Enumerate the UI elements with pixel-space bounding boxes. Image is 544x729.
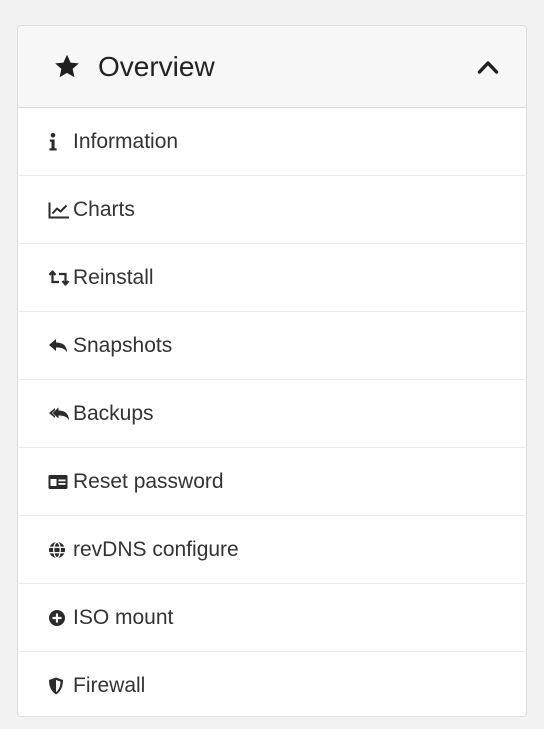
reply-icon — [48, 336, 70, 356]
menu-item-firewall[interactable]: Firewall — [18, 652, 526, 716]
shield-icon — [48, 676, 70, 696]
menu-item-label: Reinstall — [73, 265, 154, 289]
info-icon — [48, 132, 70, 152]
menu-item-backups[interactable]: Backups — [18, 380, 526, 448]
menu-item-iso-mount[interactable]: ISO mount — [18, 584, 526, 652]
menu-item-snapshots[interactable]: Snapshots — [18, 312, 526, 380]
overview-panel-header[interactable]: Overview — [18, 26, 526, 108]
panel-title: Overview — [98, 50, 215, 82]
menu-item-label: Snapshots — [73, 333, 173, 357]
overview-menu: Information Charts Reinstall Snapshots B… — [18, 108, 526, 716]
overview-panel: Overview Information Charts Reinstall Sn… — [17, 25, 527, 717]
menu-item-label: Backups — [73, 401, 154, 425]
chevron-up-icon[interactable] — [474, 53, 502, 81]
line-chart-icon — [48, 200, 70, 220]
menu-item-label: Reset password — [73, 469, 224, 493]
globe-icon — [48, 540, 70, 560]
menu-item-reinstall[interactable]: Reinstall — [18, 244, 526, 312]
menu-item-revdns-configure[interactable]: revDNS configure — [18, 516, 526, 584]
menu-item-label: Charts — [73, 197, 135, 221]
reply-all-icon — [48, 404, 70, 424]
menu-item-label: Firewall — [73, 674, 146, 697]
retweet-icon — [48, 268, 70, 288]
menu-item-label: Information — [73, 129, 179, 153]
menu-item-label: revDNS configure — [73, 537, 239, 561]
star-icon — [53, 53, 81, 81]
menu-item-charts[interactable]: Charts — [18, 176, 526, 244]
menu-item-label: ISO mount — [73, 605, 174, 629]
plus-circle-icon — [48, 608, 70, 628]
menu-item-reset-password[interactable]: Reset password — [18, 448, 526, 516]
menu-item-information[interactable]: Information — [18, 108, 526, 176]
id-card-icon — [48, 472, 70, 492]
